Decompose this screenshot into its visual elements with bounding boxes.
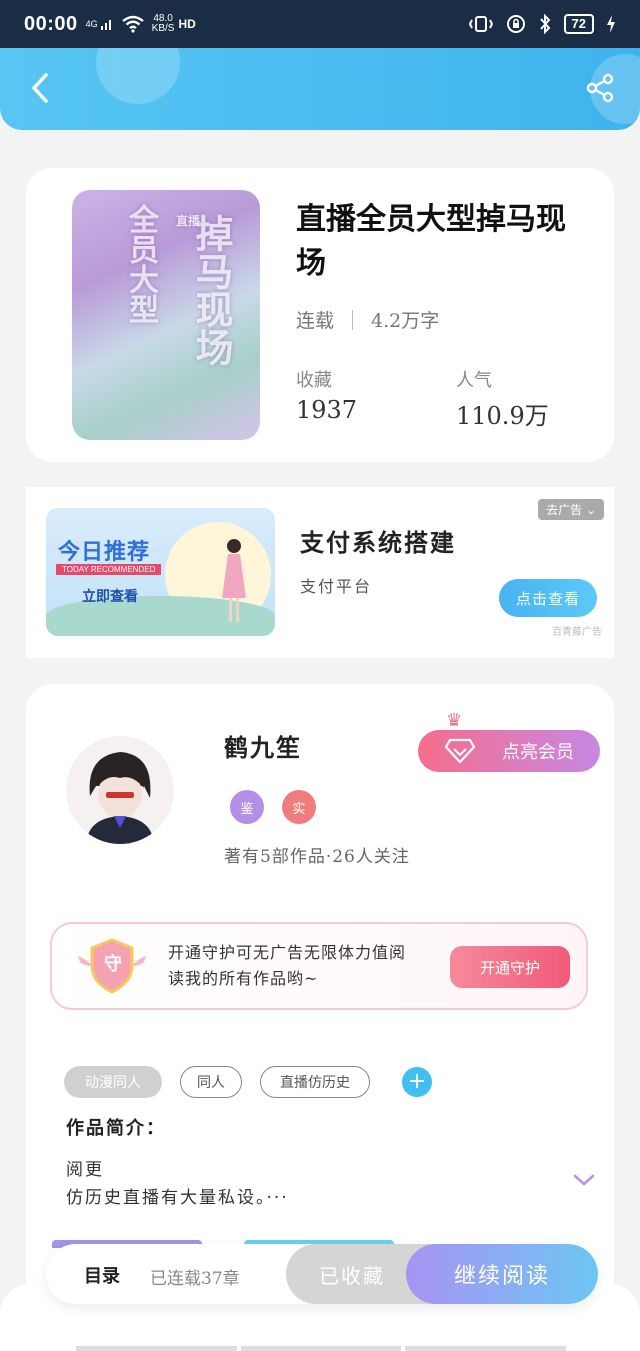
girl-figure-icon <box>222 539 246 622</box>
wifi-icon <box>121 15 144 33</box>
ad-source: 百青藤广告 <box>552 627 602 638</box>
tag-live-history[interactable]: 直播仿历史 <box>260 1066 370 1098</box>
ad-banner[interactable]: 今日推荐 TODAY RECOMMENDED 立即查看 支付系统搭建 支付平台 … <box>26 487 614 658</box>
battery-level: 72 <box>563 14 594 34</box>
tag-anime-fanfic[interactable]: 动漫同人 <box>64 1066 162 1098</box>
top-header <box>0 48 640 130</box>
remove-ad-label: 去广告 <box>546 503 583 517</box>
author-name: 鹤九笙 <box>224 733 302 762</box>
intro-line: 阅更 <box>66 1160 104 1180</box>
decor-bubble <box>96 48 180 104</box>
plus-icon: + <box>407 1069 427 1094</box>
author-card: 鹤九笙 鉴 实 著有5部作品·26人关注 ♛ 点亮会员 守 开通守护可无广告无限… <box>26 684 614 1304</box>
chevron-left-icon <box>32 73 48 103</box>
guard-icon-label: 守 <box>104 954 122 975</box>
bottom-action-bar: 目录 已连载37章 已收藏 继续阅读 <box>46 1244 598 1304</box>
author-works-info: 著有5部作品·26人关注 <box>224 847 410 867</box>
chevron-down-icon: ⌄ <box>585 503 596 517</box>
book-meta: 连载 4.2万字 <box>296 306 439 333</box>
book-status: 连载 <box>296 310 335 332</box>
cover-small-text: 直播 <box>176 214 201 228</box>
word-count: 4.2万字 <box>371 310 440 332</box>
book-cover[interactable]: 掉马现场 全员大型 直播 <box>72 190 260 440</box>
intro-text: 阅更 仿历史直播有大量私设。··· <box>66 1156 289 1212</box>
book-info-card: 掉马现场 全员大型 直播 直播全员大型掉马现场 连载 4.2万字 收藏 1937… <box>26 168 614 462</box>
hd-indicator: HD <box>178 17 196 31</box>
intro-heading: 作品简介： <box>66 1118 166 1139</box>
remove-ad-button[interactable]: 去广告 ⌄ <box>538 499 604 520</box>
popularity-label: 人气 <box>456 370 492 391</box>
vip-label: 点亮会员 <box>502 742 574 762</box>
share-icon <box>586 73 614 103</box>
author-badge-verified: 鉴 <box>230 790 264 824</box>
toc-button[interactable]: 目录 <box>84 1262 120 1288</box>
author-badge-real: 实 <box>282 790 316 824</box>
guard-banner[interactable]: 守 开通守护可无广告无限体力值阅读我的所有作品哟~ 开通守护 <box>50 922 588 1010</box>
vibrate-icon <box>468 16 493 32</box>
continue-reading-button[interactable]: 继续阅读 <box>406 1244 598 1304</box>
crown-icon: ♛ <box>446 710 463 731</box>
speed-unit: KB/S <box>151 23 175 34</box>
guard-button[interactable]: 开通守护 <box>450 946 570 988</box>
favorited-label: 已收藏 <box>319 1263 385 1288</box>
bluetooth-icon <box>539 14 550 34</box>
ad-image-subtitle: TODAY RECOMMENDED <box>56 564 162 575</box>
expand-chevron-icon[interactable] <box>572 1172 596 1188</box>
signal-icon <box>100 20 111 30</box>
author-avatar[interactable] <box>66 736 174 844</box>
favorites-value: 1937 <box>296 396 358 424</box>
avatar-image <box>86 752 154 844</box>
guard-text: 开通守护可无广告无限体力值阅读我的所有作品哟~ <box>168 943 407 988</box>
network-speed: 48.0 KB/S <box>152 14 175 34</box>
divider <box>352 309 354 330</box>
ad-image-title: 今日推荐 <box>58 539 151 564</box>
add-tag-button[interactable]: + <box>402 1067 432 1097</box>
chapter-count: 已连载37章 <box>150 1269 240 1289</box>
ad-image[interactable]: 今日推荐 TODAY RECOMMENDED 立即查看 <box>46 508 275 636</box>
vip-button[interactable]: 点亮会员 <box>418 730 600 772</box>
cover-title-2: 掉马现场 <box>189 214 234 366</box>
share-button[interactable] <box>580 68 620 108</box>
diamond-icon <box>444 738 476 764</box>
ad-title: 支付系统搭建 <box>300 528 456 557</box>
ad-image-cta: 立即查看 <box>82 589 138 605</box>
network-type: 4G <box>85 19 98 29</box>
tag-fanfic[interactable]: 同人 <box>180 1066 242 1098</box>
status-bar: 00:00 4G 48.0 KB/S HD 72 <box>0 0 640 48</box>
popularity-value: 110.9万 <box>456 402 549 430</box>
cover-title-1: 全员大型 <box>123 204 158 324</box>
charging-icon <box>607 15 615 33</box>
bottom-divider <box>76 1346 567 1351</box>
favorites-label: 收藏 <box>296 370 332 391</box>
intro-line: 仿历史直播有大量私设。··· <box>66 1188 289 1208</box>
book-title: 直播全员大型掉马现场 <box>296 202 566 281</box>
back-button[interactable] <box>20 68 60 108</box>
ad-subtitle: 支付平台 <box>300 577 373 596</box>
status-time: 00:00 <box>24 12 78 35</box>
ad-view-button[interactable]: 点击查看 <box>499 579 597 617</box>
lock-rotation-icon <box>506 15 525 33</box>
